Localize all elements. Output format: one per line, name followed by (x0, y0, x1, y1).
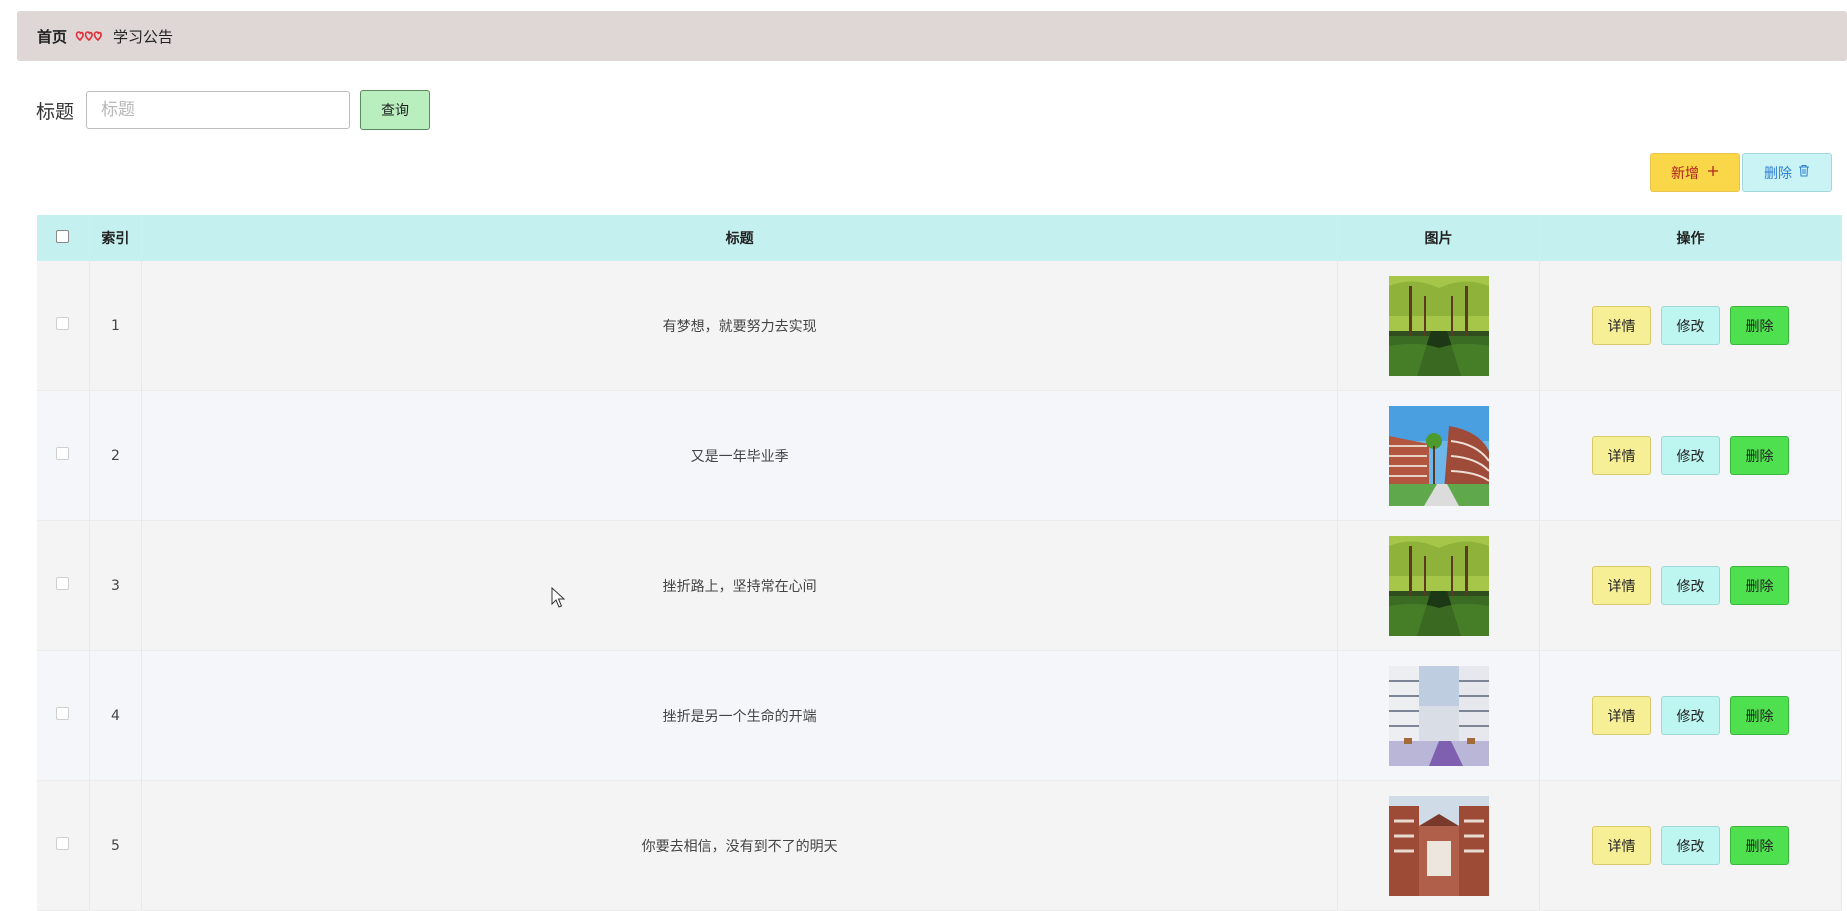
plus-icon (1707, 165, 1719, 181)
row-index: 2 (89, 390, 143, 521)
row-thumbnail (1388, 795, 1489, 896)
row-thumbnail (1388, 275, 1489, 376)
row-checkbox-cell (37, 780, 90, 911)
row-image-cell (1337, 520, 1541, 651)
detail-button[interactable]: 详情 (1592, 306, 1652, 345)
edit-button[interactable]: 修改 (1661, 436, 1721, 475)
search-input[interactable] (86, 91, 351, 129)
row-image-cell (1337, 650, 1541, 781)
detail-button[interactable]: 详情 (1592, 566, 1652, 605)
batch-delete-label: 删除 (1764, 165, 1792, 182)
delete-button[interactable]: 删除 (1730, 696, 1790, 735)
add-button[interactable]: 新增 (1650, 153, 1740, 192)
row-checkbox[interactable] (56, 707, 70, 720)
table-row: 2 又是一年毕业季 详情 修改 删除 (37, 390, 1842, 521)
header-ops: 操作 (1539, 215, 1842, 261)
breadcrumb-home[interactable]: 首页 (37, 26, 67, 47)
header-title: 标题 (141, 215, 1339, 261)
row-title[interactable]: 有梦想，就要努力去实现 (141, 261, 1339, 391)
detail-button[interactable]: 详情 (1592, 436, 1652, 475)
row-title[interactable]: 挫折路上，坚持常在心间 (141, 520, 1339, 651)
delete-button[interactable]: 删除 (1730, 436, 1790, 475)
detail-button[interactable]: 详情 (1592, 826, 1652, 865)
breadcrumb-current: 学习公告 (113, 27, 174, 46)
edit-button[interactable]: 修改 (1661, 696, 1721, 735)
row-image-cell (1337, 780, 1541, 911)
delete-button[interactable]: 删除 (1730, 566, 1790, 605)
row-ops-cell: 详情 修改 删除 (1539, 520, 1842, 651)
search-label: 标题 (36, 100, 75, 123)
row-checkbox-cell (37, 390, 90, 521)
delete-button[interactable]: 删除 (1730, 826, 1790, 865)
header-index: 索引 (89, 215, 143, 261)
table-row: 1 有梦想，就要努力去实现 详情 修改 删除 (37, 261, 1842, 391)
edit-button[interactable]: 修改 (1661, 566, 1721, 605)
row-checkbox-cell (37, 261, 90, 391)
edit-button[interactable]: 修改 (1661, 826, 1721, 865)
edit-button[interactable]: 修改 (1661, 306, 1721, 345)
row-title[interactable]: 你要去相信，没有到不了的明天 (141, 780, 1339, 911)
header-image: 图片 (1337, 215, 1541, 261)
add-button-label: 新增 (1671, 165, 1699, 182)
delete-button[interactable]: 删除 (1730, 306, 1790, 345)
announcement-table: 索引 标题 图片 操作 1 有梦想，就要努力去实现 详情 修改 删除 2 又是一… (37, 215, 1842, 911)
row-image-cell (1337, 390, 1541, 521)
select-all-checkbox[interactable] (56, 229, 70, 243)
trash-icon (1798, 164, 1810, 181)
row-checkbox-cell (37, 520, 90, 651)
row-checkbox-cell (37, 650, 90, 781)
row-checkbox[interactable] (56, 447, 70, 460)
batch-delete-button[interactable]: 删除 (1742, 153, 1832, 192)
row-thumbnail (1388, 405, 1489, 506)
row-thumbnail (1388, 665, 1489, 766)
row-checkbox[interactable] (56, 837, 70, 850)
table-toolbar: 新增 删除 (1650, 153, 1832, 192)
search-bar: 标题 查询 (36, 90, 431, 130)
row-index: 1 (89, 261, 143, 391)
table-header-row: 索引 标题 图片 操作 (37, 215, 1842, 261)
row-index: 4 (89, 650, 143, 781)
row-thumbnail (1388, 535, 1489, 636)
row-title[interactable]: 挫折是另一个生命的开端 (141, 650, 1339, 781)
row-ops-cell: 详情 修改 删除 (1539, 650, 1842, 781)
mouse-cursor-icon (551, 587, 566, 608)
row-index: 5 (89, 780, 143, 911)
row-checkbox[interactable] (56, 577, 70, 590)
row-title[interactable]: 又是一年毕业季 (141, 390, 1339, 521)
heart-triple-icon (75, 30, 105, 42)
table-row: 3 挫折路上，坚持常在心间 详情 修改 删除 (37, 520, 1842, 651)
row-ops-cell: 详情 修改 删除 (1539, 780, 1842, 911)
row-ops-cell: 详情 修改 删除 (1539, 390, 1842, 521)
breadcrumb: 首页 学习公告 (17, 11, 1847, 61)
header-select-all (37, 215, 90, 261)
row-checkbox[interactable] (56, 317, 70, 330)
table-row: 4 挫折是另一个生命的开端 详情 修改 删除 (37, 650, 1842, 781)
row-index: 3 (89, 520, 143, 651)
row-ops-cell: 详情 修改 删除 (1539, 261, 1842, 391)
table-row: 5 你要去相信，没有到不了的明天 详情 修改 删除 (37, 780, 1842, 911)
row-image-cell (1337, 261, 1541, 391)
search-button[interactable]: 查询 (360, 90, 431, 130)
detail-button[interactable]: 详情 (1592, 696, 1652, 735)
